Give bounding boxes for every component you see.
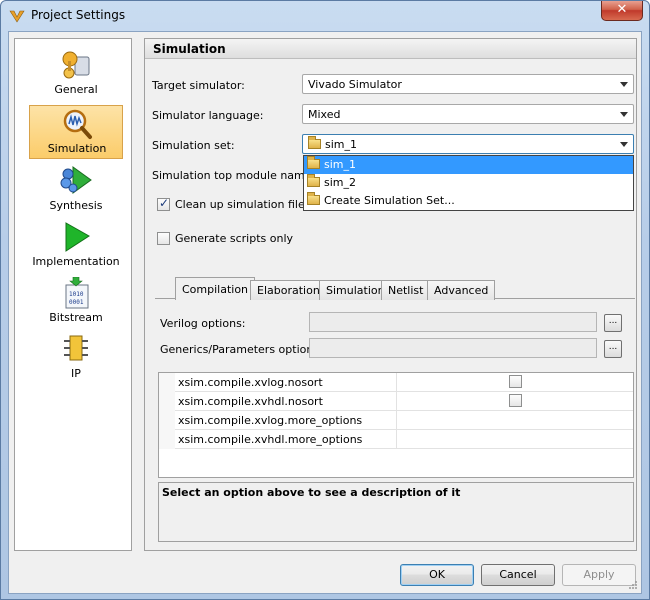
simulator-language-value: Mixed [308, 108, 341, 121]
resize-grip-icon[interactable] [628, 580, 638, 590]
chevron-down-icon [620, 82, 628, 87]
table-row[interactable]: xsim.compile.xvhdl.nosort [159, 392, 633, 411]
verilog-options-browse-button[interactable]: ... [604, 314, 622, 332]
svg-text:1010: 1010 [69, 291, 84, 298]
description-box: Select an option above to see a descript… [158, 482, 634, 542]
cleanup-checkbox[interactable] [157, 196, 170, 211]
sidebar-item-bitstream[interactable]: 1010 0001 Bitstream [29, 275, 123, 329]
implementation-icon [65, 222, 90, 252]
dropdown-option-create-simulation-set[interactable]: Create Simulation Set... [304, 192, 633, 210]
dropdown-option-sim-2[interactable]: sim_2 [304, 174, 633, 192]
cleanup-label: Clean up simulation files [175, 198, 311, 211]
property-value-field[interactable] [397, 411, 633, 430]
tab-elaboration[interactable]: Elaboration [250, 280, 327, 300]
close-button[interactable]: ✕ [601, 1, 643, 21]
folder-icon [307, 174, 320, 187]
cancel-button[interactable]: Cancel [481, 564, 555, 586]
generate-scripts-label: Generate scripts only [175, 232, 294, 245]
property-name: xsim.compile.xvhdl.more_options [175, 430, 397, 449]
chevron-down-icon [620, 112, 628, 117]
ip-icon [64, 335, 88, 361]
generics-options-label: Generics/Parameters options: [160, 343, 323, 356]
sidebar-item-label: Implementation [32, 255, 120, 268]
synthesis-icon [60, 166, 92, 194]
apply-button[interactable]: Apply [562, 564, 636, 586]
verilog-options-label: Verilog options: [160, 317, 246, 330]
property-checkbox[interactable] [509, 394, 522, 407]
svg-text:0001: 0001 [69, 299, 84, 306]
options-tabs: Compilation Elaboration Simulation Netli… [155, 277, 635, 300]
bitstream-icon: 1010 0001 [65, 277, 89, 309]
property-name: xsim.compile.xvlog.more_options [175, 411, 397, 430]
table-row[interactable]: xsim.compile.xvlog.nosort [159, 373, 633, 392]
property-name: xsim.compile.xvlog.nosort [175, 373, 397, 392]
generate-scripts-checkbox[interactable] [157, 232, 170, 245]
table-row[interactable]: xsim.compile.xvlog.more_options [159, 411, 633, 430]
sidebar-item-general[interactable]: General [29, 47, 123, 101]
simulation-set-dropdown: sim_1 sim_2 Create Simulation Set... [303, 155, 634, 211]
property-value-field[interactable] [397, 430, 633, 449]
vivado-logo-icon [9, 10, 25, 23]
target-simulator-label: Target simulator: [152, 79, 245, 92]
verilog-options-field[interactable] [309, 312, 597, 332]
window-title: Project Settings [31, 8, 126, 22]
simulation-set-select[interactable]: sim_1 [302, 134, 634, 154]
properties-table: xsim.compile.xvlog.nosort xsim.compile.x… [158, 372, 634, 478]
folder-icon [307, 192, 320, 205]
simulator-language-select[interactable]: Mixed [302, 104, 634, 124]
tab-netlist[interactable]: Netlist [381, 280, 431, 300]
simulation-icon [63, 109, 92, 139]
sidebar-item-label: IP [71, 367, 81, 380]
simulation-settings-panel: Simulation Target simulator: Vivado Simu… [144, 38, 637, 551]
folder-icon [308, 136, 321, 149]
property-name: xsim.compile.xvhdl.nosort [175, 392, 397, 411]
dropdown-option-sim-1[interactable]: sim_1 [304, 156, 633, 174]
tab-compilation[interactable]: Compilation [175, 277, 256, 300]
sidebar-item-implementation[interactable]: Implementation [29, 219, 123, 273]
general-icon [62, 51, 90, 79]
property-checkbox[interactable] [509, 375, 522, 388]
generics-options-field[interactable] [309, 338, 597, 358]
simulation-set-value: sim_1 [325, 138, 358, 151]
sidebar-item-label: Simulation [47, 142, 107, 155]
top-module-label: Simulation top module name: [152, 169, 316, 182]
generics-options-browse-button[interactable]: ... [604, 340, 622, 358]
title-bar[interactable]: Project Settings ✕ [1, 1, 649, 31]
sidebar-item-label: Bitstream [49, 311, 103, 324]
sidebar-item-synthesis[interactable]: Synthesis [29, 163, 123, 217]
sidebar-item-label: General [54, 83, 98, 96]
tab-advanced[interactable]: Advanced [427, 280, 496, 300]
simulation-set-label: Simulation set: [152, 139, 235, 152]
panel-title: Simulation [145, 39, 636, 59]
ok-button[interactable]: OK [400, 564, 474, 586]
simulator-language-label: Simulator language: [152, 109, 264, 122]
sidebar-item-ip[interactable]: IP [29, 331, 123, 385]
target-simulator-value: Vivado Simulator [308, 78, 402, 91]
project-settings-window: Project Settings ✕ General Simulation Sy… [0, 0, 650, 600]
chevron-down-icon [620, 142, 628, 147]
sidebar-item-simulation[interactable]: Simulation [29, 105, 123, 159]
folder-icon [307, 156, 320, 169]
table-row[interactable]: xsim.compile.xvhdl.more_options [159, 430, 633, 449]
sidebar-item-label: Synthesis [49, 199, 103, 212]
settings-sidebar: General Simulation Synthesis Implementat… [14, 38, 132, 551]
target-simulator-select[interactable]: Vivado Simulator [302, 74, 634, 94]
dialog-client-area: General Simulation Synthesis Implementat… [8, 31, 642, 594]
